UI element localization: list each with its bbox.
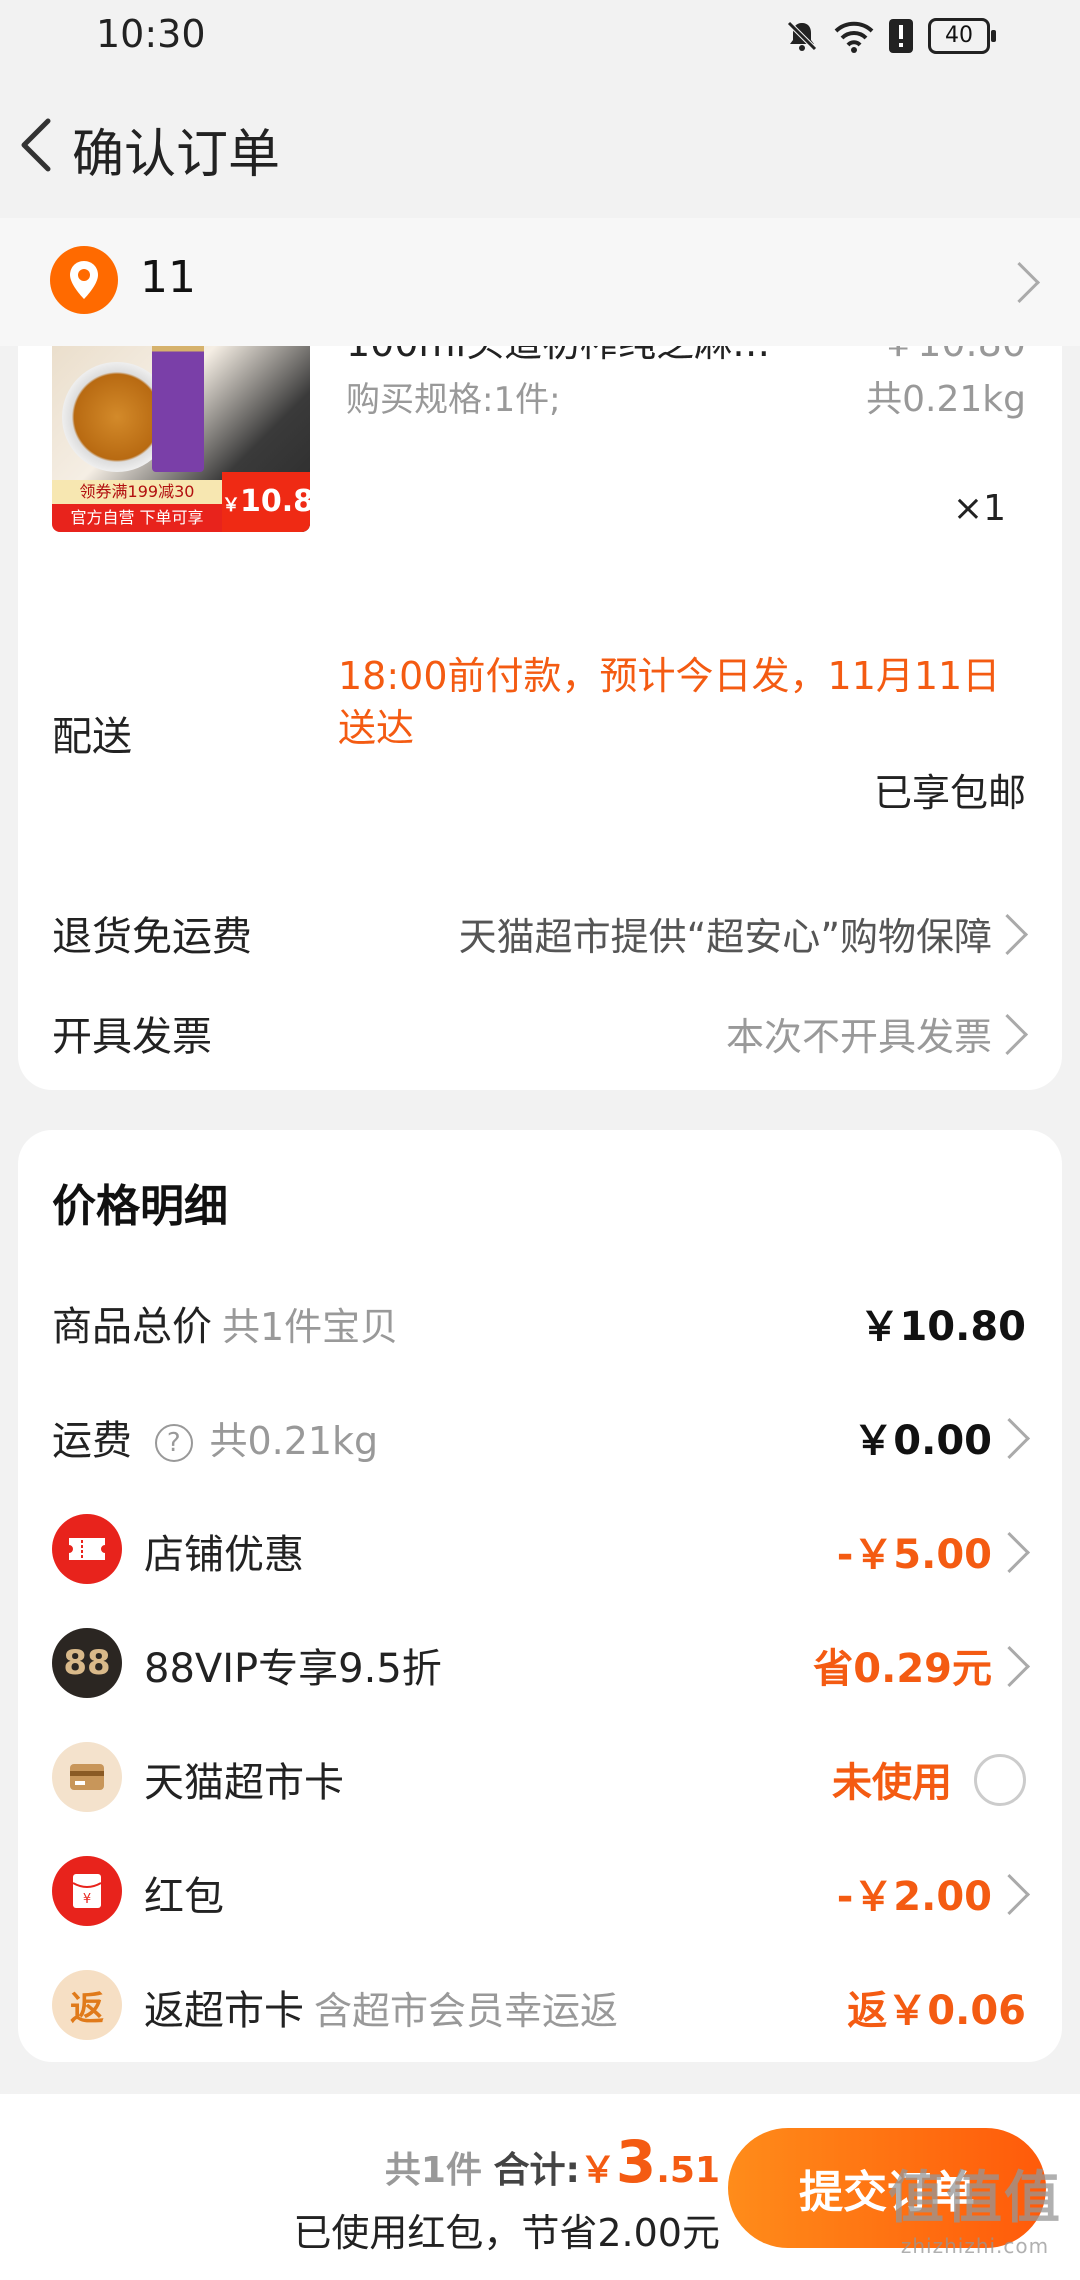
vip-discount-value: 省0.29元 bbox=[813, 1646, 992, 1692]
product-quantity: ×1 bbox=[952, 488, 1006, 529]
status-time: 10:30 bbox=[96, 12, 206, 56]
free-shipping-text: 已享包邮 bbox=[873, 771, 1026, 815]
cashback-icon: 返 bbox=[52, 1970, 122, 2040]
help-icon[interactable]: ? bbox=[154, 1424, 193, 1462]
invoice-value: 本次不开具发票 bbox=[725, 1015, 992, 1059]
vip-discount-label: 88VIP专享9.5折 bbox=[144, 1646, 442, 1692]
total-amount: 3 bbox=[615, 2128, 657, 2196]
coupon-icon bbox=[52, 1514, 122, 1584]
wifi-icon bbox=[834, 21, 874, 53]
market-card-row[interactable]: 天猫超市卡 未使用 bbox=[18, 1732, 1062, 1822]
delivery-label: 配送 bbox=[52, 714, 132, 760]
shipping-fee-label: 运费 ? 共0.21kg bbox=[52, 1418, 379, 1464]
watermark: 值值值 zhizhizhi.com bbox=[888, 2166, 1062, 2258]
order-card: 领券满199减30 官方自营 下单可享 ￥10.8 100ml头道初榨纯芝麻… … bbox=[18, 300, 1062, 1090]
order-total: 共1件 合计:￥3.51 bbox=[384, 2128, 720, 2196]
red-packet-row[interactable]: ¥ 红包 -￥2.00 bbox=[18, 1846, 1062, 1936]
goods-total-row: 商品总价 共1件宝贝 ￥10.80 bbox=[18, 1276, 1062, 1366]
shipping-fee-row[interactable]: 运费 ? 共0.21kg ￥0.00 bbox=[18, 1390, 1062, 1480]
location-pin-icon bbox=[50, 246, 118, 314]
price-detail-card: 价格明细 商品总价 共1件宝贝 ￥10.80 运费 ? 共0.21kg ￥0.00… bbox=[18, 1130, 1062, 2062]
invoice-label: 开具发票 bbox=[52, 1014, 212, 1060]
cashback-row: 返 返超市卡 含超市会员幸运返 返￥0.06 bbox=[18, 1960, 1062, 2050]
cashback-sub: 含超市会员幸运返 bbox=[314, 1989, 619, 2033]
return-shipping-value: 天猫超市提供“超安心”购物保障 bbox=[458, 915, 992, 959]
product-spec: 购买规格:1件; bbox=[346, 380, 561, 420]
total-label: 合计: bbox=[493, 2150, 580, 2191]
shipping-fee-value: ￥0.00 bbox=[853, 1418, 992, 1464]
delivery-message: 18:00前付款，预计今日发，11月11日送达 bbox=[338, 654, 1001, 750]
mute-icon bbox=[787, 21, 817, 51]
bottom-bar: 共1件 合计:￥3.51 已使用红包，节省2.00元 提交订单 值值值 zhiz… bbox=[0, 2094, 1080, 2280]
goods-total-label: 商品总价 共1件宝贝 bbox=[52, 1304, 399, 1350]
battery-icon: 40 bbox=[928, 18, 996, 54]
red-packet-label: 红包 bbox=[144, 1874, 224, 1920]
address-bar[interactable]: 11 bbox=[0, 218, 1080, 346]
card-icon bbox=[52, 1742, 122, 1812]
chevron-right-icon bbox=[986, 1013, 1029, 1056]
product-weight: 共0.21kg bbox=[866, 379, 1026, 420]
invoice-row[interactable]: 开具发票 本次不开具发票 bbox=[18, 980, 1062, 1080]
cashback-label: 返超市卡 含超市会员幸运返 bbox=[144, 1988, 619, 2034]
svg-text:¥: ¥ bbox=[83, 1892, 91, 1907]
product-image-pricetag: ￥10.8 bbox=[222, 472, 310, 532]
address-text: 11 bbox=[140, 252, 196, 303]
status-bar: 10:30 40 bbox=[0, 0, 1080, 70]
nav-bar: 确认订单 bbox=[0, 70, 1080, 220]
page-title: 确认订单 bbox=[72, 125, 281, 185]
chevron-right-icon bbox=[986, 913, 1029, 956]
vip-discount-row[interactable]: 88 88VIP专享9.5折 省0.29元 bbox=[18, 1618, 1062, 1708]
price-detail-title: 价格明细 bbox=[52, 1181, 228, 1232]
alert-icon bbox=[889, 19, 913, 53]
cashback-value: 返￥0.06 bbox=[847, 1988, 1026, 2034]
red-packet-value: -￥2.00 bbox=[836, 1874, 992, 1920]
back-icon[interactable] bbox=[6, 110, 66, 180]
saved-amount-text: 已使用红包，节省2.00元 bbox=[293, 2211, 720, 2255]
market-card-value: 未使用 bbox=[832, 1760, 952, 1806]
product-image-promo-bottom: 官方自营 下单可享 bbox=[52, 504, 222, 532]
chevron-right-icon bbox=[998, 261, 1041, 304]
chevron-right-icon bbox=[988, 1417, 1031, 1460]
return-shipping-label: 退货免运费 bbox=[52, 914, 252, 960]
return-shipping-row[interactable]: 退货免运费 天猫超市提供“超安心”购物保障 bbox=[18, 880, 1062, 980]
market-card-radio[interactable] bbox=[974, 1754, 1026, 1806]
red-packet-icon: ¥ bbox=[52, 1856, 122, 1926]
product-image[interactable]: 领券满199减30 官方自营 下单可享 ￥10.8 bbox=[52, 322, 310, 532]
market-card-label: 天猫超市卡 bbox=[144, 1760, 344, 1806]
shop-discount-value: -￥5.00 bbox=[836, 1532, 992, 1578]
chevron-right-icon bbox=[988, 1645, 1031, 1688]
shop-discount-label: 店铺优惠 bbox=[144, 1532, 304, 1578]
chevron-right-icon bbox=[988, 1531, 1031, 1574]
product-image-promo: 领券满199减30 bbox=[52, 480, 222, 504]
chevron-right-icon bbox=[988, 1873, 1031, 1916]
status-icons: 40 bbox=[784, 16, 996, 56]
vip-88-icon: 88 bbox=[52, 1628, 122, 1698]
item-count: 共1件 bbox=[384, 2150, 482, 2191]
goods-total-value: ￥10.80 bbox=[859, 1304, 1026, 1350]
goods-total-sub: 共1件宝贝 bbox=[222, 1305, 399, 1349]
shop-discount-row[interactable]: 店铺优惠 -￥5.00 bbox=[18, 1504, 1062, 1594]
